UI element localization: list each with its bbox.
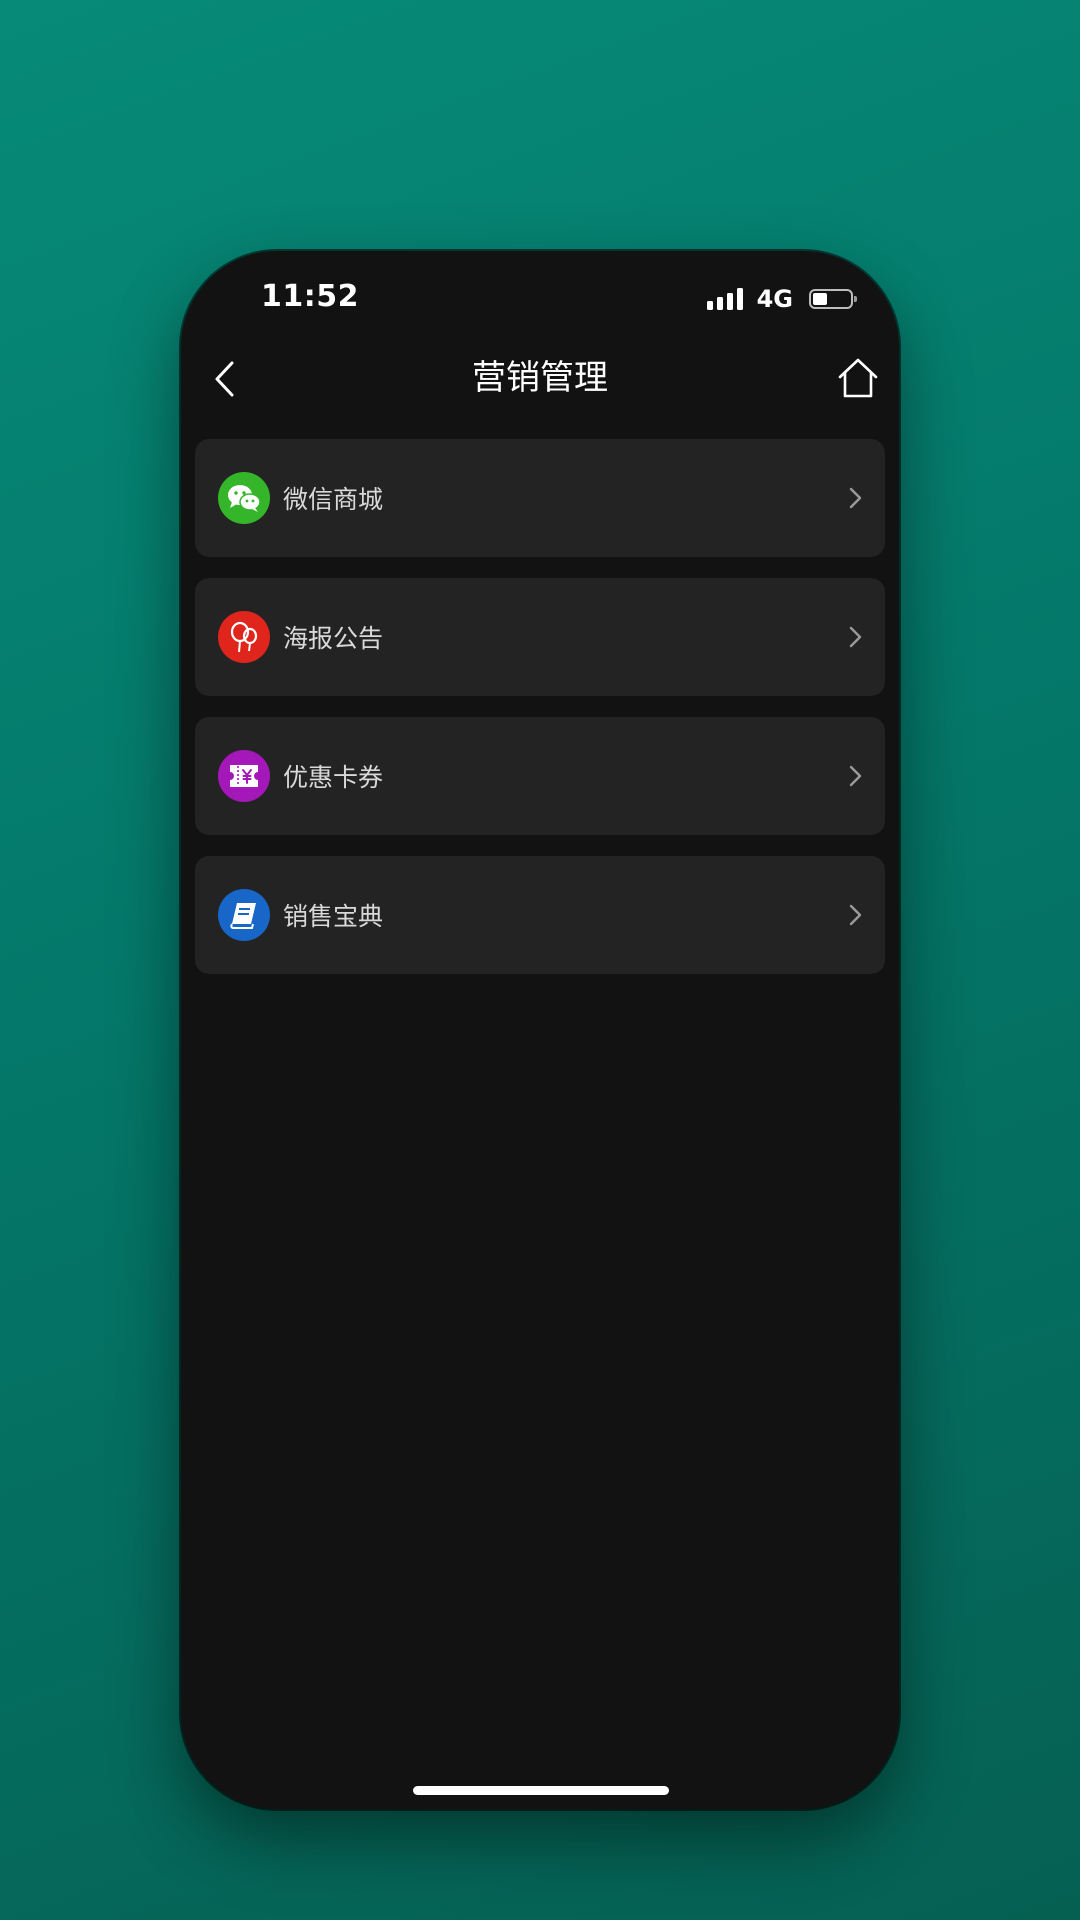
chevron-right-icon xyxy=(849,487,862,509)
menu-list: 微信商城 海报公告 优惠卡券 销售宝典 xyxy=(195,439,885,995)
balloon-icon xyxy=(218,611,270,663)
menu-item-wechat-mall[interactable]: 微信商城 xyxy=(195,439,885,557)
chevron-right-icon xyxy=(849,765,862,787)
coupon-icon xyxy=(218,750,270,802)
chevron-right-icon xyxy=(849,626,862,648)
network-type: 4G xyxy=(756,285,793,313)
status-time: 11:52 xyxy=(261,279,359,314)
chevron-right-icon xyxy=(849,904,862,926)
menu-item-label: 销售宝典 xyxy=(283,902,384,931)
battery-level xyxy=(813,293,828,305)
status-icons: 4G xyxy=(706,285,857,313)
home-button[interactable] xyxy=(835,355,881,401)
menu-item-sales-guide[interactable]: 销售宝典 xyxy=(195,856,885,974)
page-title: 营销管理 xyxy=(472,358,608,398)
menu-item-poster[interactable]: 海报公告 xyxy=(195,578,885,696)
menu-item-label: 海报公告 xyxy=(283,624,384,653)
home-indicator[interactable] xyxy=(413,1786,669,1795)
menu-item-label: 优惠卡券 xyxy=(283,763,384,792)
battery-icon xyxy=(809,289,857,309)
home-icon xyxy=(838,358,878,398)
wechat-icon xyxy=(218,472,270,524)
signal-icon xyxy=(706,288,743,310)
menu-item-coupons[interactable]: 优惠卡券 xyxy=(195,717,885,835)
book-icon xyxy=(218,889,270,941)
menu-item-label: 微信商城 xyxy=(283,485,384,514)
phone-screen: 11:52 4G 营销管理 微信商城 海报公告 优惠卡券 销售宝典 xyxy=(181,251,899,1809)
